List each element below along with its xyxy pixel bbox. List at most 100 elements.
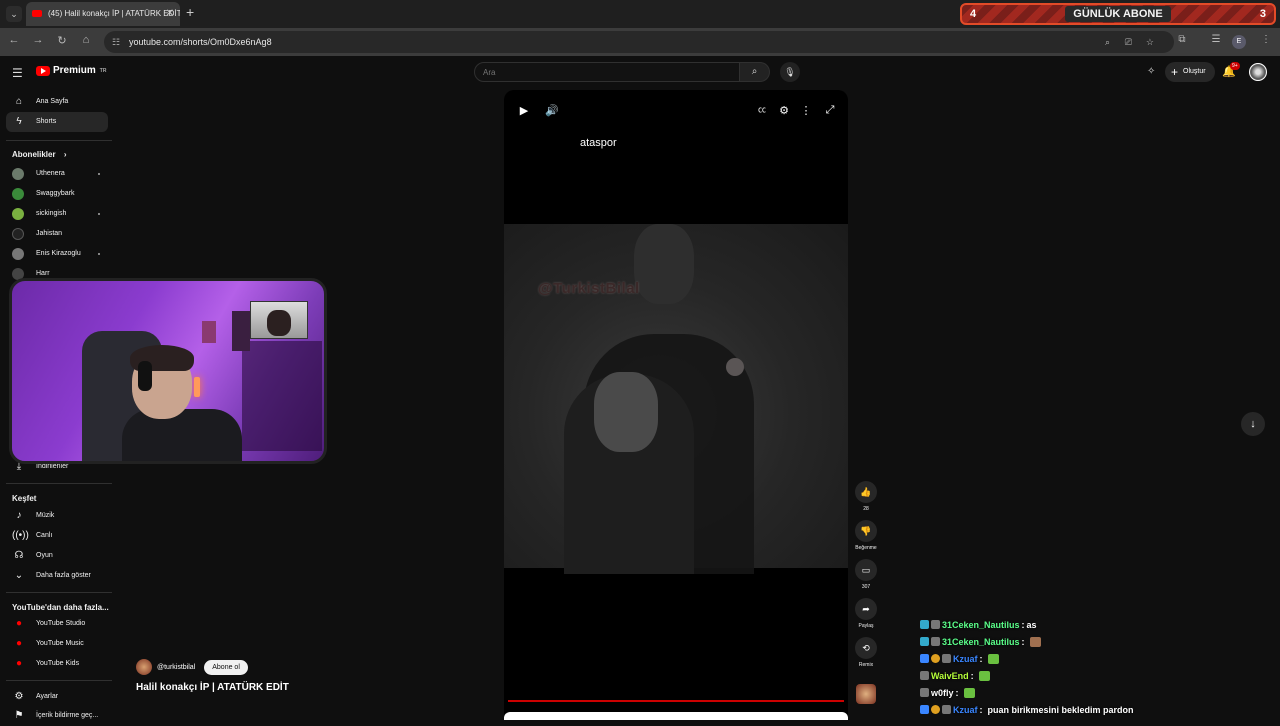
- like-button[interactable]: 👍 28: [854, 481, 878, 512]
- home-icon: ⌂: [15, 96, 23, 107]
- sound-thumbnail[interactable]: [856, 684, 876, 704]
- comments-button[interactable]: ▭ 307: [854, 559, 878, 590]
- site-info-icon[interactable]: ☷: [112, 31, 120, 53]
- sidebar-item-label: Oyun: [36, 552, 53, 559]
- subscriptions-heading[interactable]: Abonelikler ›: [12, 150, 66, 159]
- video-title[interactable]: Halil konakçı İP | ATATÜRK EDİT: [136, 682, 289, 693]
- youtube-logo[interactable]: Premium TR: [36, 65, 106, 76]
- fullscreen-icon[interactable]: ⤢: [821, 104, 839, 117]
- sidebar-item-music[interactable]: ♪ Müzik: [6, 506, 108, 526]
- chat-badge-icon: [931, 654, 940, 663]
- sidebar-item-studio[interactable]: ● YouTube Studio: [6, 614, 108, 634]
- zoom-icon[interactable]: ⌕: [1105, 31, 1110, 53]
- sidebar-item-live[interactable]: ((•)) Canlı: [6, 526, 108, 546]
- overlay-right-count: 3: [1259, 8, 1266, 20]
- profile-icon[interactable]: E: [1232, 35, 1246, 49]
- play-icon[interactable]: ▶: [515, 104, 533, 117]
- chat-text: as: [1026, 619, 1037, 630]
- next-video-arrow-icon[interactable]: ↓: [1241, 412, 1265, 436]
- shorts-player[interactable]: ▶ 🔊 ㏄ ⚙ ⋮ ⤢ ataspor @TurkistBilal: [504, 90, 848, 720]
- home-icon[interactable]: ⌂: [78, 34, 94, 46]
- reading-list-icon[interactable]: ☰: [1208, 34, 1224, 45]
- tab-search-icon[interactable]: ⌄: [6, 6, 22, 22]
- sidebar-item-home[interactable]: ⌂ Ana Sayfa: [6, 92, 108, 112]
- sidebar-channel[interactable]: Uthenera: [6, 164, 108, 184]
- subscriptions-heading-label: Abonelikler: [12, 150, 56, 159]
- address-bar[interactable]: ☷ youtube.com/shorts/Om0Dxe6nAg8 ⌕ ⎚ ☆: [104, 31, 1174, 53]
- sidebar-item-label: Canlı: [36, 532, 53, 539]
- dislike-button[interactable]: 👎 Beğenme: [854, 520, 878, 551]
- reload-icon[interactable]: ↻: [54, 34, 70, 47]
- tab-close-icon[interactable]: ✕: [166, 2, 174, 26]
- shorts-create-icon[interactable]: ✧: [1147, 66, 1155, 77]
- sidebar-item-gaming[interactable]: ☊ Oyun: [6, 546, 108, 566]
- chat-badge-icon: [920, 620, 929, 629]
- create-button[interactable]: + Oluştur: [1165, 62, 1215, 82]
- chat-message: Kzuaf:: [920, 650, 1270, 667]
- search-box: ⌕: [474, 62, 772, 82]
- chat-username: Kzuaf: [953, 653, 978, 664]
- extensions-icon[interactable]: ⧉: [1174, 34, 1190, 45]
- sidebar-channel[interactable]: Enis Kirazoglu: [6, 244, 108, 264]
- progress-bar[interactable]: [508, 700, 844, 702]
- browser-tab[interactable]: (45) Halil konakçı İP | ATATÜRK EDİT ✕: [26, 2, 180, 26]
- sidebar-channel[interactable]: Jahistan: [6, 224, 108, 244]
- sidebar-channel[interactable]: sickingish: [6, 204, 108, 224]
- subscribe-button[interactable]: Abone ol: [204, 659, 248, 675]
- avatar[interactable]: [1249, 63, 1267, 81]
- channel-avatar: [12, 168, 24, 180]
- remix-button[interactable]: ⟲ Remix: [854, 637, 878, 668]
- new-content-dot: [98, 213, 100, 215]
- share-button[interactable]: ➦ Paylaş: [854, 598, 878, 629]
- plus-icon: +: [1171, 65, 1179, 79]
- browser-menu-icon[interactable]: ⋮: [1258, 34, 1274, 45]
- url-text: youtube.com/shorts/Om0Dxe6nAg8: [129, 37, 272, 47]
- channel-handle[interactable]: @turkistbilal: [157, 664, 195, 671]
- volume-icon[interactable]: 🔊: [543, 104, 561, 117]
- voice-search-icon[interactable]: 🎙: [780, 62, 800, 82]
- browser-tab-bar: ⌄ (45) Halil konakçı İP | ATATÜRK EDİT ✕…: [0, 0, 1280, 28]
- search-input[interactable]: [474, 62, 740, 82]
- player-bottom-bar: [504, 712, 848, 720]
- bookmark-star-icon[interactable]: ☆: [1146, 31, 1154, 53]
- channel-name: Uthenera: [36, 170, 65, 177]
- webcam-person-body: [122, 409, 242, 461]
- remix-icon: ⟲: [855, 637, 877, 659]
- webcam-shelf: [242, 341, 322, 451]
- sidebar-item-label: Shorts: [36, 118, 57, 125]
- divider: [6, 680, 112, 681]
- chat-message: WaivEnd:: [920, 667, 1270, 684]
- sidebar-item-music-app[interactable]: ● YouTube Music: [6, 634, 108, 654]
- sidebar-item-show-more[interactable]: ⌄ Daha fazla göster: [6, 566, 108, 586]
- share-arrow-icon: ➦: [855, 598, 877, 620]
- back-icon[interactable]: ←: [6, 34, 22, 46]
- chat-badge-icon: [920, 705, 929, 714]
- pip-face: [267, 310, 291, 336]
- more-options-icon[interactable]: ⋮: [797, 104, 815, 117]
- webcam-lamp: [194, 377, 200, 397]
- chat-emote-icon: [978, 670, 990, 681]
- chat-emote-icon: [987, 653, 999, 664]
- captions-icon[interactable]: ㏄: [753, 104, 771, 115]
- browser-toolbar: ← → ↻ ⌂ ☷ youtube.com/shorts/Om0Dxe6nAg8…: [0, 28, 1280, 56]
- sidebar-channel[interactable]: Swaggybark: [6, 184, 108, 204]
- channel-avatar: [12, 228, 24, 240]
- chat-badge-icon: [920, 654, 929, 663]
- channel-avatar[interactable]: [136, 659, 152, 675]
- menu-icon[interactable]: ☰: [12, 66, 23, 80]
- sidebar-item-label: YouTube Kids: [36, 660, 80, 667]
- new-tab-icon[interactable]: +: [186, 4, 194, 20]
- install-icon[interactable]: ⎚: [1125, 31, 1132, 53]
- chat-message: w0fly:: [920, 684, 1270, 701]
- video-frame[interactable]: @TurkistBilal: [504, 224, 848, 574]
- sidebar-item-settings[interactable]: ⚙ Ayarlar: [6, 687, 108, 707]
- forward-icon[interactable]: →: [30, 34, 46, 46]
- sidebar-item-report[interactable]: ⚑ İçerik bildirme geç...: [6, 706, 108, 726]
- youtube-play-icon: [36, 65, 50, 76]
- search-icon[interactable]: ⌕: [740, 62, 770, 82]
- sidebar-item-shorts[interactable]: ϟ Shorts: [6, 112, 108, 132]
- chevron-right-icon: ›: [63, 150, 67, 159]
- sidebar-item-kids[interactable]: ● YouTube Kids: [6, 654, 108, 674]
- settings-gear-icon[interactable]: ⚙: [775, 104, 793, 117]
- chat-username: 31Ceken_Nautilus: [942, 619, 1020, 630]
